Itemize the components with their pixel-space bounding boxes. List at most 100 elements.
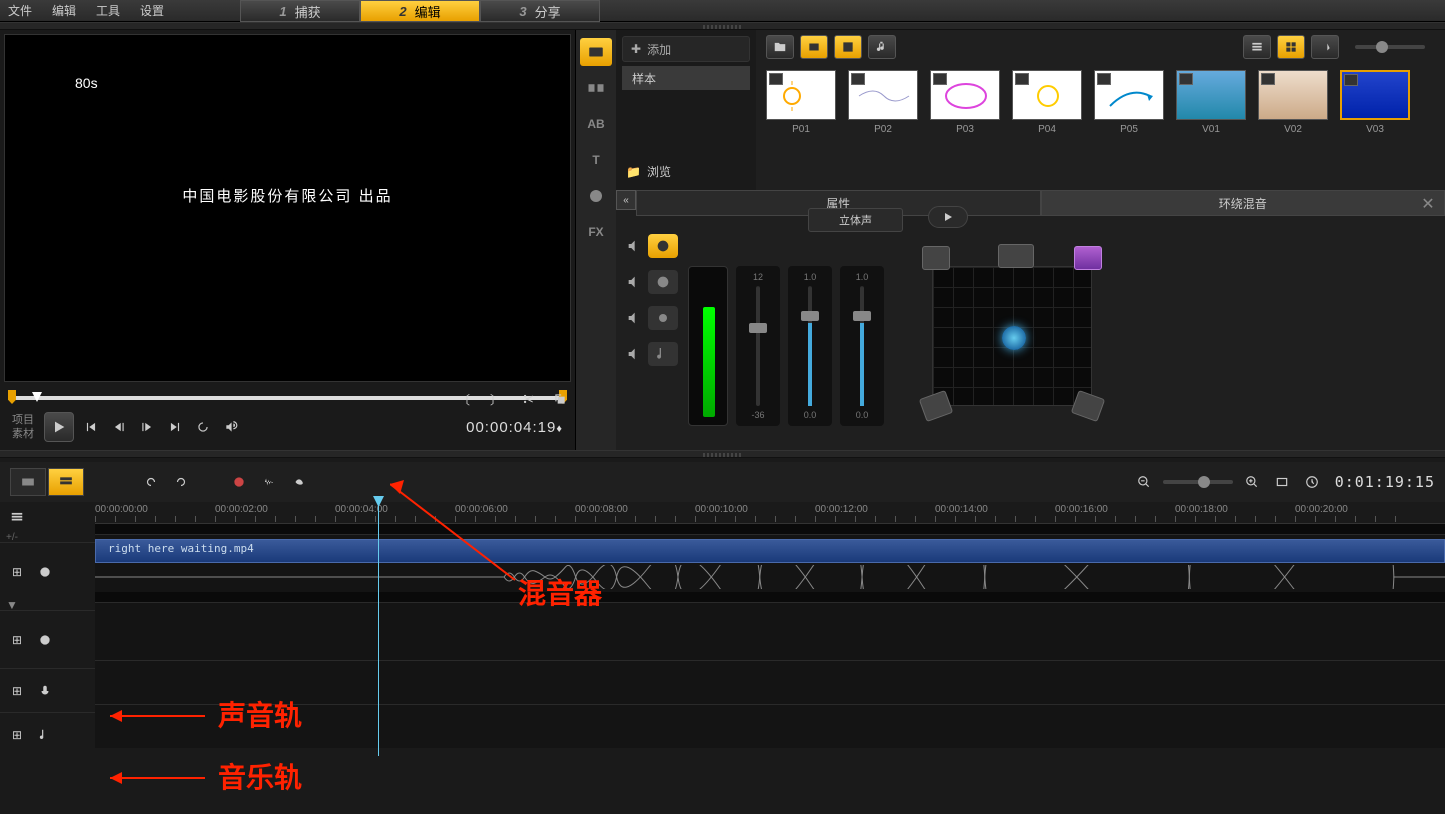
overlay-track[interactable] [95,602,1445,660]
prev-frame-button[interactable] [108,416,130,438]
thumb-p04[interactable]: P04 [1012,70,1082,184]
menu-edit[interactable]: 编辑 [52,2,76,19]
zoom-in-button[interactable] [1241,471,1263,493]
track-header-music[interactable]: ⊞ [0,712,95,756]
track-header-video[interactable]: ⊞ [0,542,95,600]
step-capture[interactable]: 1捕获 [240,0,360,22]
view-list-button[interactable] [1243,35,1271,59]
volume-button[interactable] [220,416,242,438]
track-btn-voice[interactable] [648,306,678,330]
step-share[interactable]: 3分享 [480,0,600,22]
video-clip[interactable]: right here waiting.mp4 [95,539,1445,563]
side-tab-fx[interactable]: FX [580,218,612,246]
menu-file[interactable]: 文件 [8,2,32,19]
close-mixer-button[interactable]: ✕ [1419,194,1437,212]
time-ruler[interactable]: 00:00:00:0000:00:02:0000:00:04:0000:00:0… [95,502,1445,524]
side-tab-media[interactable] [580,38,612,66]
preview-text-80s: 80s [75,75,98,91]
timeline-duration[interactable]: 0:01:19:15 [1335,473,1435,491]
preview-text-center: 中国电影股份有限公司 出品 [5,185,570,206]
loop-button[interactable] [192,416,214,438]
timeline-playhead[interactable] [378,502,379,756]
gain-slider[interactable]: 12 -36 [736,266,780,426]
surround-position[interactable] [1002,326,1026,350]
scrub-bar[interactable]: 〔 〕 [4,388,571,408]
speaker-fr[interactable] [1074,246,1102,270]
auto-music-button[interactable] [288,471,310,493]
track-btn-overlay[interactable] [648,270,678,294]
timeline-tracks[interactable]: 00:00:00:0000:00:02:0000:00:04:0000:00:0… [95,502,1445,756]
side-tab-graphics[interactable] [580,182,612,210]
panel-grabber-top[interactable] [0,22,1445,30]
voice-track[interactable] [95,660,1445,704]
storyboard-mode-button[interactable] [10,468,46,496]
mixer-button[interactable] [258,471,280,493]
track-header-overlay[interactable]: ⊞ [0,610,95,668]
preview-timecode[interactable]: 00:00:04:19♦ [466,418,563,436]
open-folder-button[interactable] [766,35,794,59]
thumb-size-slider[interactable] [1355,45,1425,49]
side-tab-ab[interactable]: AB [580,110,612,138]
left-slider[interactable]: 1.0 0.0 [788,266,832,426]
zoom-out-button[interactable] [1133,471,1155,493]
add-folder-button[interactable]: ✚添加 [622,36,750,62]
side-tab-transition[interactable] [580,74,612,102]
fit-button[interactable] [1271,471,1293,493]
track-view-icon[interactable] [6,506,28,528]
redo-button[interactable] [170,471,192,493]
filter-video-button[interactable] [800,35,828,59]
project-duration-icon[interactable] [1301,471,1323,493]
preview-screen[interactable]: 80s 中国电影股份有限公司 出品 [4,34,571,382]
side-tab-title[interactable]: T [580,146,612,174]
undo-button[interactable] [140,471,162,493]
step-edit[interactable]: 2编辑 [360,0,480,22]
scrub-playhead[interactable] [32,392,42,402]
surround-pad[interactable] [912,246,1112,426]
track-btn-music[interactable] [648,342,678,366]
go-end-button[interactable] [164,416,186,438]
folder-sample[interactable]: 样本 [622,66,750,90]
music-track[interactable] [95,704,1445,748]
filter-audio-button[interactable] [868,35,896,59]
filter-photo-button[interactable] [834,35,862,59]
copy-icon[interactable] [549,388,571,410]
browse-button[interactable]: 📁浏览 [622,159,750,184]
tab-surround[interactable]: 环绕混音 [1041,190,1445,216]
thumb-v01[interactable]: V01 [1176,70,1246,184]
thumb-p02[interactable]: P02 [848,70,918,184]
timeline-mode-button[interactable] [48,468,84,496]
sort-button[interactable] [1311,35,1339,59]
play-button[interactable] [44,412,74,442]
mixer-play-button[interactable] [928,206,968,228]
link-icon[interactable]: ⊞ [6,629,28,651]
scissors-icon[interactable] [517,388,539,410]
speaker-rr[interactable] [1071,390,1106,422]
mark-in[interactable] [8,390,16,404]
go-start-button[interactable] [80,416,102,438]
link-icon[interactable]: ⊞ [6,561,28,583]
next-frame-button[interactable] [136,416,158,438]
record-button[interactable] [228,471,250,493]
thumb-p05[interactable]: P05 [1094,70,1164,184]
bracket-in-icon[interactable]: 〔 [453,388,475,410]
track-header-voice[interactable]: ⊞ [0,668,95,712]
menu-tools[interactable]: 工具 [96,2,120,19]
video-track[interactable]: right here waiting.mp4 [95,534,1445,592]
bracket-out-icon[interactable]: 〕 [485,388,507,410]
speaker-fl[interactable] [922,246,950,270]
thumb-v03[interactable]: V03 [1340,70,1410,184]
thumb-v02[interactable]: V02 [1258,70,1328,184]
thumb-p03[interactable]: P03 [930,70,1000,184]
panel-grabber-mid[interactable] [0,450,1445,458]
zoom-slider[interactable] [1163,480,1233,484]
link-icon[interactable]: ⊞ [6,724,28,746]
thumb-p01[interactable]: P01 [766,70,836,184]
track-btn-video[interactable] [648,234,678,258]
view-grid-button[interactable] [1277,35,1305,59]
track-list-icon[interactable] [34,506,56,528]
menu-settings[interactable]: 设置 [140,2,164,19]
right-slider[interactable]: 1.0 0.0 [840,266,884,426]
collapse-button[interactable]: « [616,190,636,210]
speaker-center[interactable] [998,244,1034,268]
link-icon[interactable]: ⊞ [6,680,28,702]
